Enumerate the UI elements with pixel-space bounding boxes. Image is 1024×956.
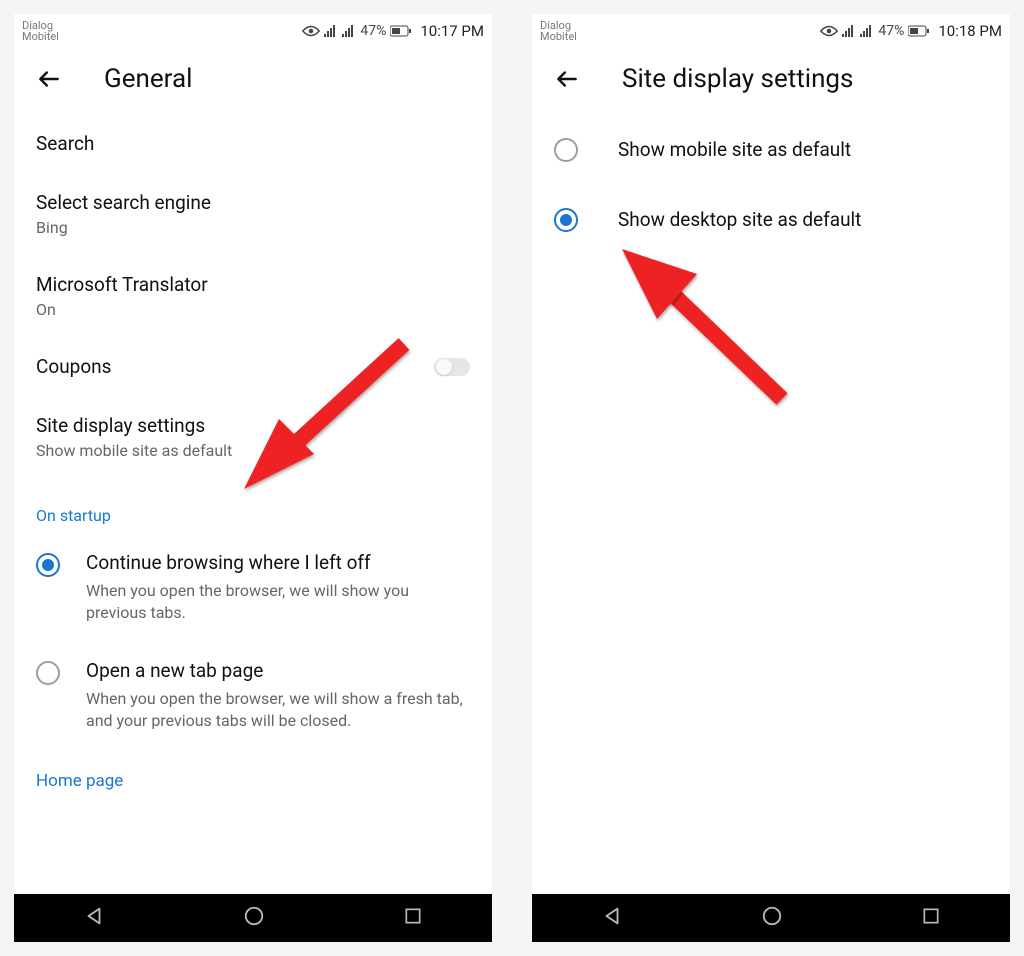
battery-icon — [908, 25, 930, 37]
site-display-title: Site display settings — [36, 414, 470, 437]
screenshot-left: Dialog Mobitel 47% 10:17 PM General — [14, 14, 492, 942]
battery-icon — [390, 25, 412, 37]
screenshot-right: Dialog Mobitel 47% 10:18 PM Site display… — [532, 14, 1010, 942]
startup-option-newtab[interactable]: Open a new tab page When you open the br… — [36, 643, 470, 751]
nav-back-button[interactable] — [601, 905, 623, 931]
startup-opt1-sub: When you open the browser, we will show … — [86, 580, 470, 623]
startup-opt1-title: Continue browsing where I left off — [86, 551, 470, 574]
arrow-back-icon — [554, 66, 580, 92]
search-row[interactable]: Search — [36, 114, 470, 173]
radio-selected-icon — [554, 208, 578, 232]
coupons-toggle[interactable] — [434, 358, 470, 376]
startup-opt2-sub: When you open the browser, we will show … — [86, 688, 470, 731]
back-button[interactable] — [34, 64, 64, 94]
eye-icon — [302, 25, 320, 37]
option-desktop-label: Show desktop site as default — [618, 208, 861, 231]
option-desktop-site[interactable]: Show desktop site as default — [554, 184, 988, 254]
carrier-2: Mobitel — [22, 31, 59, 42]
radio-unselected-icon — [554, 138, 578, 162]
status-bar: Dialog Mobitel 47% 10:18 PM — [532, 14, 1010, 44]
search-engine-row[interactable]: Select search engine Bing — [36, 173, 470, 255]
translator-value: On — [36, 300, 470, 319]
system-nav-bar — [532, 894, 1010, 942]
page-header: Site display settings — [532, 44, 1010, 114]
site-display-row[interactable]: Site display settings Show mobile site a… — [36, 396, 470, 478]
translator-row[interactable]: Microsoft Translator On — [36, 255, 470, 337]
signal-icon-2 — [860, 25, 874, 37]
arrow-back-icon — [36, 66, 62, 92]
status-time: 10:18 PM — [938, 22, 1002, 40]
startup-opt2-title: Open a new tab page — [86, 659, 470, 682]
coupons-label: Coupons — [36, 355, 434, 378]
page-title: General — [104, 64, 192, 94]
page-title: Site display settings — [622, 64, 853, 94]
carrier-labels: Dialog Mobitel — [540, 20, 577, 42]
status-time: 10:17 PM — [420, 22, 484, 40]
signal-icon — [842, 25, 856, 37]
startup-option-continue[interactable]: Continue browsing where I left off When … — [36, 535, 470, 643]
page-header: General — [14, 44, 492, 114]
search-engine-value: Bing — [36, 218, 470, 237]
nav-recent-button[interactable] — [403, 906, 423, 930]
coupons-row[interactable]: Coupons — [36, 337, 470, 396]
nav-home-button[interactable] — [761, 905, 783, 931]
battery-percent: 47% — [360, 23, 386, 39]
option-mobile-label: Show mobile site as default — [618, 138, 851, 161]
site-display-value: Show mobile site as default — [36, 441, 470, 460]
startup-section-header: On startup — [36, 478, 470, 535]
translator-title: Microsoft Translator — [36, 273, 470, 296]
search-label: Search — [36, 132, 470, 155]
radio-unselected-icon — [36, 661, 60, 685]
carrier-2: Mobitel — [540, 31, 577, 42]
signal-icon — [324, 25, 338, 37]
eye-icon — [820, 25, 838, 37]
nav-home-button[interactable] — [243, 905, 265, 931]
nav-recent-button[interactable] — [921, 906, 941, 930]
nav-back-button[interactable] — [83, 905, 105, 931]
battery-percent: 47% — [878, 23, 904, 39]
radio-selected-icon — [36, 553, 60, 577]
back-button[interactable] — [552, 64, 582, 94]
signal-icon-2 — [342, 25, 356, 37]
option-mobile-site[interactable]: Show mobile site as default — [554, 114, 988, 184]
system-nav-bar — [14, 894, 492, 942]
search-engine-title: Select search engine — [36, 191, 470, 214]
status-bar: Dialog Mobitel 47% 10:17 PM — [14, 14, 492, 44]
carrier-labels: Dialog Mobitel — [22, 20, 59, 42]
homepage-link[interactable]: Home page — [36, 751, 470, 791]
